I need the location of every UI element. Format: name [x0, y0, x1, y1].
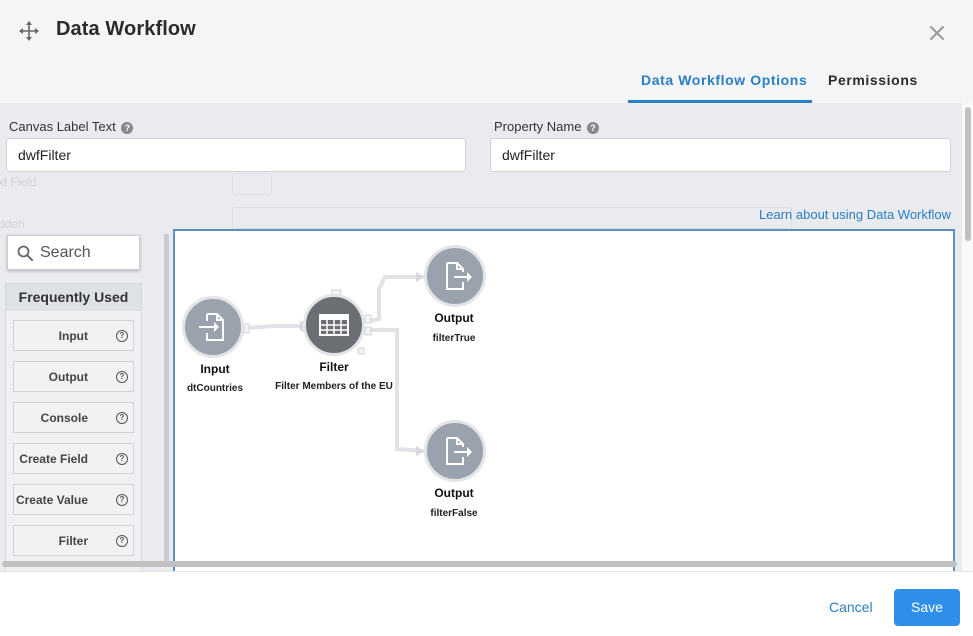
help-icon[interactable]: ? [121, 122, 134, 134]
node-subtitle: Filter Members of the EU [275, 381, 393, 392]
node-title: Input [200, 362, 230, 376]
canvas-label-text-input[interactable]: dwfFilter [6, 138, 466, 172]
palette-item-create-field[interactable]: Create Field ? [13, 443, 134, 474]
save-button[interactable]: Save [894, 589, 960, 626]
palette-heading: Frequently Used [6, 284, 141, 311]
palette-item-input[interactable]: Input ? [13, 320, 134, 351]
close-icon[interactable] [926, 22, 948, 44]
modal-title: Data Workflow [56, 18, 196, 40]
palette-scrollbar[interactable] [164, 234, 169, 564]
connector-arrow [416, 272, 424, 282]
palette-item-create-value[interactable]: Create Value ? [13, 484, 134, 515]
help-icon[interactable]: ? [116, 412, 128, 424]
canvas-label-text-label-text: Canvas Label Text [9, 119, 116, 134]
workflow-node-output-true[interactable] [424, 245, 486, 307]
tab-data-workflow-options[interactable]: Data Workflow Options [641, 72, 807, 88]
canvas-label-text-label: Canvas Label Text ? [9, 119, 134, 134]
port-handle [364, 326, 372, 336]
help-icon[interactable]: ? [587, 122, 600, 134]
palette-item-label: Output [48, 370, 88, 384]
workflow-node-output-false[interactable] [424, 420, 486, 482]
property-name-label-text: Property Name [494, 119, 582, 134]
connector-arrow [416, 446, 424, 456]
modal-body: xt Field dden Canvas Label Text ? dwfFil… [0, 103, 973, 571]
output-icon [446, 262, 472, 290]
workflow-canvas[interactable]: Input dtCountries Filter Filter Members … [173, 229, 955, 571]
palette-item-label: Filter [58, 534, 88, 548]
palette-item-console[interactable]: Console ? [13, 402, 134, 433]
palette-item-label: Console [40, 411, 88, 425]
drag-move-icon[interactable] [18, 20, 40, 42]
port-handle [364, 314, 372, 324]
palette-panel: Frequently Used Input ? Output ? Console… [5, 283, 142, 571]
workflow-node-input[interactable] [182, 296, 244, 358]
background-ghost-text: xt Field [0, 175, 37, 189]
tab-permissions[interactable]: Permissions [828, 72, 918, 88]
node-title: Filter [319, 360, 349, 374]
background-ghost-box [232, 207, 792, 229]
modal-footer: Cancel Save [0, 571, 973, 636]
learn-data-workflow-link[interactable]: Learn about using Data Workflow [759, 207, 951, 222]
help-icon[interactable]: ? [116, 453, 128, 465]
node-title: Output [434, 311, 474, 325]
node-subtitle: dtCountries [186, 383, 244, 394]
input-icon [199, 313, 224, 341]
modal-header: Data Workflow Data Workflow Options Perm… [0, 0, 973, 103]
node-subtitle: filterTrue [432, 333, 476, 344]
search-placeholder: Search [40, 244, 91, 261]
workflow-node-filter[interactable] [303, 294, 365, 356]
vertical-scrollbar-thumb[interactable] [965, 107, 971, 241]
node-subtitle: filterFalse [430, 508, 478, 519]
palette-item-filter[interactable]: Filter ? [13, 525, 134, 556]
cancel-button[interactable]: Cancel [829, 599, 873, 615]
palette-item-label: Create Field [19, 452, 88, 466]
table-icon [319, 314, 349, 336]
port-handle [243, 323, 250, 334]
palette-search-input[interactable]: Search [7, 235, 140, 270]
palette-item-label: Create Value [15, 493, 88, 507]
workflow-connectors [243, 272, 425, 456]
horizontal-scrollbar-thumb[interactable] [2, 561, 957, 567]
help-icon[interactable]: ? [116, 371, 128, 383]
search-icon [17, 245, 33, 261]
palette-item-output[interactable]: Output ? [13, 361, 134, 392]
property-name-label: Property Name ? [494, 119, 600, 134]
node-title: Output [434, 486, 474, 500]
help-icon[interactable]: ? [116, 535, 128, 547]
connector-input-filter [246, 324, 302, 330]
property-name-input[interactable]: dwfFilter [490, 138, 951, 172]
node-palette: Search Frequently Used Input ? Output ? … [5, 234, 142, 571]
help-icon[interactable]: ? [116, 330, 128, 342]
help-icon[interactable]: ? [116, 494, 128, 506]
background-ghost-text: dden [0, 217, 25, 231]
palette-item-label: Input [58, 329, 88, 343]
background-ghost-box [232, 173, 272, 195]
output-icon [446, 437, 472, 465]
